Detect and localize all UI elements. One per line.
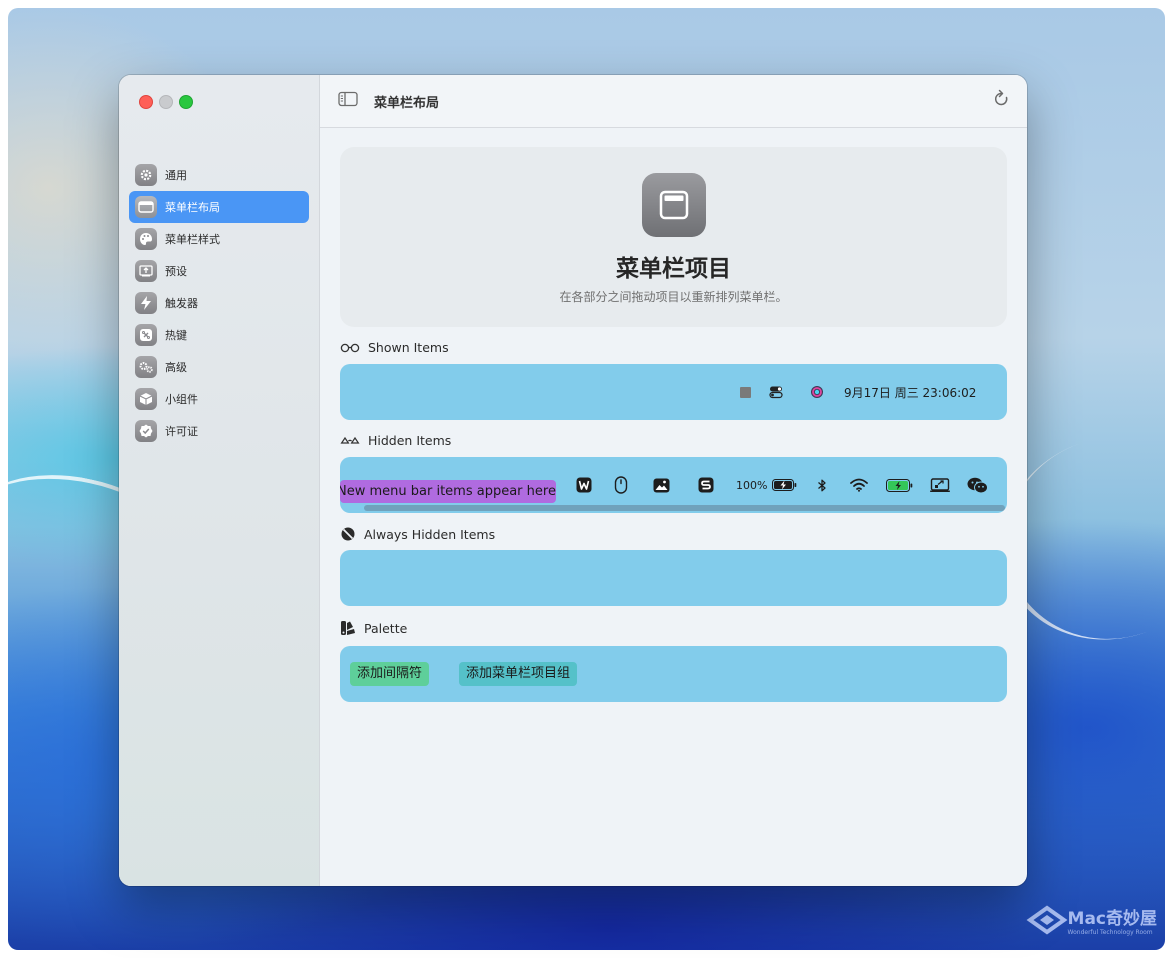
cube-icon [135,388,157,410]
section-header-always-hidden: Always Hidden Items [340,526,495,542]
app-s-icon [698,477,714,493]
gear-icon [135,164,157,186]
page-title: 菜单栏布局 [374,96,440,111]
hero-card: 菜单栏项目 在各部分之间拖动项目以重新排列菜单栏。 [340,147,1007,327]
sidebar-item-label: 触发器 [165,297,198,310]
sidebar-item-label: 许可证 [165,425,198,438]
hotkey-icon [135,324,157,346]
eye-slash-glasses-icon [340,436,360,444]
mouse-icon [614,476,628,494]
close-window-button[interactable] [139,95,153,109]
sidebar-item-label: 高级 [165,361,187,374]
watermark: Mac奇妙屋 Wonderful Technology Room [1026,904,1157,936]
main-content: 菜单栏布局 菜单栏项目 在各部分之间拖动项目以重新排列菜单栏。 Shown It… [320,75,1027,886]
gears-icon [135,356,157,378]
wechat-icon [967,477,988,493]
app-w-icon [576,477,592,493]
hero-subtitle: 在各部分之间拖动项目以重新排列菜单栏。 [559,290,788,304]
menubar-layout-icon [135,196,157,218]
toolbar: 菜单栏布局 [320,75,1027,128]
control-center-icon [769,386,783,399]
sidebar-item-label: 热键 [165,329,187,342]
sidebar-item-label: 预设 [165,265,187,278]
preset-icon [135,260,157,282]
always-hidden-items-bar[interactable] [340,550,1007,606]
menu-bar-clock[interactable]: 9月17日 周三 23:06:02 [844,364,976,420]
section-label-text: Palette [364,620,408,636]
wifi-icon [850,478,868,492]
palette-swatch-icon [341,621,355,635]
section-header-palette: Palette [340,620,407,636]
shown-items-bar[interactable]: 9月17日 周三 23:06:02 [340,364,1007,420]
hero-title: 菜单栏项目 [616,256,731,282]
add-spacer-button[interactable]: 添加间隔符 [350,662,430,686]
sidebar-item-license[interactable]: 许可证 [129,415,309,447]
watermark-logo-icon [1026,905,1067,935]
sidebar-item-general[interactable]: 通用 [129,159,309,191]
sidebar: 通用 菜单栏布局 菜单栏样式 预设 触发器 热键 高级 小组件 许可证 [119,75,320,886]
sidebar-item-advanced[interactable]: 高级 [129,351,309,383]
menubar-layout-icon [642,173,706,237]
sidebar-item-label: 菜单栏布局 [165,201,220,214]
screen-mirroring-icon [930,478,950,492]
palette-bar: 添加间隔符 添加菜单栏项目组 [340,646,1007,702]
refresh-icon[interactable] [993,89,1011,109]
menu-bar-item[interactable] [810,364,824,420]
minimize-window-button[interactable] [159,95,173,109]
menu-bar-item[interactable] [740,364,751,420]
sidebar-item-label: 小组件 [165,393,198,406]
sidebar-nav: 通用 菜单栏布局 菜单栏样式 预设 触发器 热键 高级 小组件 许可证 [129,159,309,447]
sidebar-item-presets[interactable]: 预设 [129,255,309,287]
eye-slash-circle-icon [341,527,355,541]
battery-green-icon [886,478,913,492]
menu-bar-item[interactable] [769,364,783,420]
sidebar-item-menubar-layout[interactable]: 菜单栏布局 [129,191,309,223]
sidebar-toggle-icon[interactable] [338,91,358,107]
watermark-text: Mac奇妙屋 [1067,909,1157,929]
section-label-text: Hidden Items [368,433,452,448]
watermark-subtext: Wonderful Technology Room [1067,929,1153,936]
palette-icon [135,228,157,250]
bolt-icon [135,292,157,314]
battery-charging-icon [772,479,797,491]
stop-square-icon [740,386,751,398]
app-window: 通用 菜单栏布局 菜单栏样式 预设 触发器 热键 高级 小组件 许可证 菜单栏布… [119,75,1027,886]
sidebar-item-label: 通用 [165,169,187,182]
eye-glasses-icon [340,343,360,352]
siri-icon [811,386,823,398]
sidebar-item-menubar-style[interactable]: 菜单栏样式 [129,223,309,255]
new-items-placeholder[interactable]: New menu bar items appear here [340,480,556,503]
section-label-text: Always Hidden Items [364,526,496,542]
section-header-hidden: Hidden Items [340,433,451,448]
badge-check-icon [135,420,157,442]
horizontal-scrollbar[interactable] [364,505,1005,511]
section-header-shown: Shown Items [340,340,449,355]
section-label-text: Shown Items [368,340,449,355]
sidebar-item-label: 菜单栏样式 [165,233,220,246]
sidebar-item-triggers[interactable]: 触发器 [129,287,309,319]
hidden-items-bar[interactable]: New menu bar items appear here 100% [340,457,1007,513]
photo-icon [653,478,670,492]
zoom-window-button[interactable] [179,95,193,109]
bluetooth-icon [818,479,826,491]
sidebar-item-hotkeys[interactable]: 热键 [129,319,309,351]
add-item-group-button[interactable]: 添加菜单栏项目组 [459,662,578,686]
sidebar-item-widgets[interactable]: 小组件 [129,383,309,415]
